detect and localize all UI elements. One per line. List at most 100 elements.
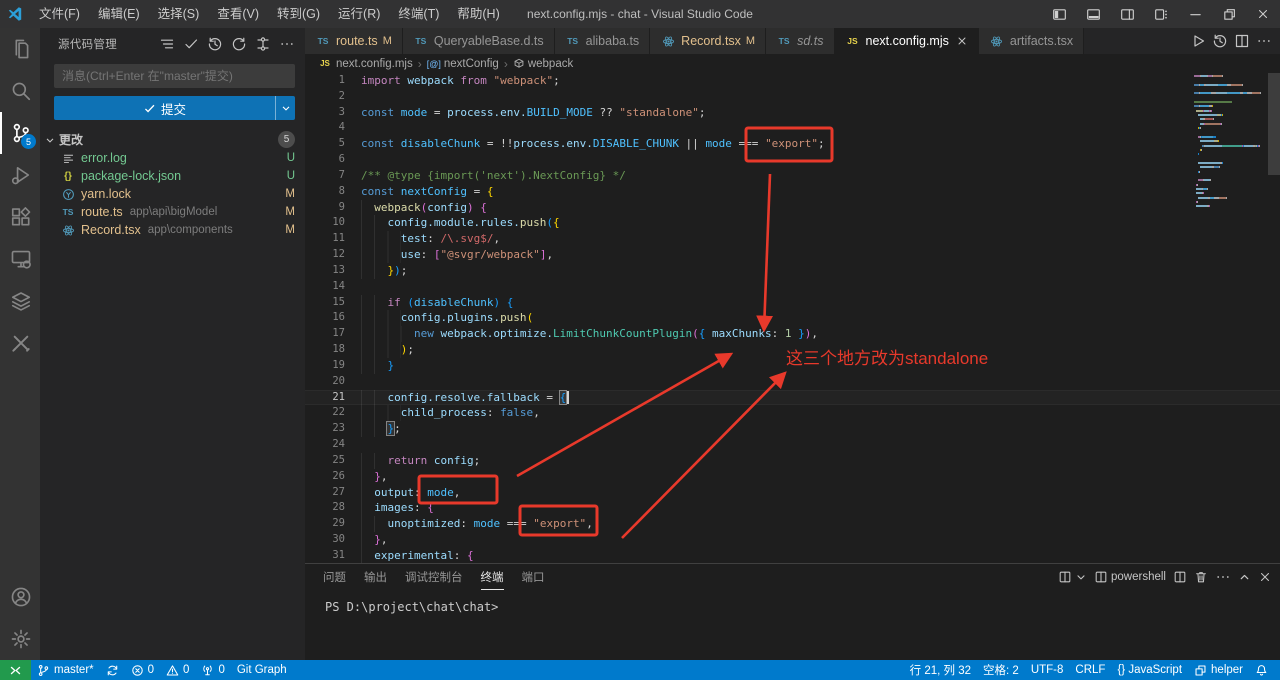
menu-item-7[interactable]: 帮助(H) (448, 0, 508, 28)
tab-QueryableBase.d.ts[interactable]: TSQueryableBase.d.ts (403, 28, 555, 54)
code-line-13[interactable]: 13}); (305, 263, 1280, 279)
code-line-5[interactable]: 5const disableChunk = !!process.env.DISA… (305, 136, 1280, 152)
file-row-route.ts[interactable]: TSroute.tsapp\api\bigModelM (40, 203, 305, 221)
activity-item-explorer[interactable] (0, 28, 40, 70)
code-line-28[interactable]: 28images: { (305, 500, 1280, 516)
status-language[interactable]: {} JavaScript (1111, 660, 1188, 680)
file-row-Record.tsx[interactable]: Record.tsxapp\componentsM (40, 221, 305, 239)
code-line-9[interactable]: 9webpack(config) { (305, 200, 1280, 216)
status-ports[interactable]: 0 (195, 660, 230, 680)
code-line-10[interactable]: 10config.module.rules.push({ (305, 215, 1280, 231)
code-line-8[interactable]: 8const nextConfig = { (305, 184, 1280, 200)
status-notifications[interactable] (1249, 660, 1274, 680)
layout-sidebar-right-button[interactable] (1110, 0, 1144, 28)
breadcrumb-item-nextConfig[interactable]: [@]nextConfig (427, 58, 499, 70)
tab-close-icon[interactable] (956, 35, 968, 47)
menu-item-2[interactable]: 选择(S) (149, 0, 209, 28)
more-actions-button[interactable] (1215, 569, 1231, 585)
status-sync[interactable] (100, 660, 125, 680)
layout-customize-button[interactable] (1144, 0, 1178, 28)
status-indentation[interactable]: 空格: 2 (977, 660, 1025, 680)
close-panel-button[interactable] (1258, 570, 1272, 584)
status-helper[interactable]: helper (1188, 660, 1249, 680)
commit-dropdown-button[interactable] (275, 96, 295, 120)
status-remote-indicator[interactable] (0, 660, 31, 680)
launch-profile-button[interactable] (1058, 570, 1087, 584)
code-line-26[interactable]: 26}, (305, 469, 1280, 485)
code-line-25[interactable]: 25return config; (305, 453, 1280, 469)
panel-tab-终端[interactable]: 终端 (481, 564, 504, 590)
split-terminal-button[interactable] (1173, 570, 1187, 584)
code-editor[interactable]: 1import webpack from "webpack";23const m… (305, 73, 1280, 563)
panel-tab-调试控制台[interactable]: 调试控制台 (405, 564, 463, 590)
tab-sd.ts[interactable]: TSsd.ts (766, 28, 834, 54)
code-line-18[interactable]: 18); (305, 342, 1280, 358)
code-line-11[interactable]: 11test: /\.svg$/, (305, 231, 1280, 247)
code-line-6[interactable]: 6 (305, 152, 1280, 168)
status-encoding[interactable]: UTF-8 (1025, 660, 1070, 680)
code-line-30[interactable]: 30}, (305, 532, 1280, 548)
more-button[interactable] (277, 34, 297, 54)
breadcrumb-item-next.config.mjs[interactable]: JSnext.config.mjs (317, 56, 413, 72)
commit-graph-button[interactable] (253, 34, 273, 54)
status-cursor-position[interactable]: 行 21, 列 32 (904, 660, 977, 680)
layout-sidebar-left-button[interactable] (1042, 0, 1076, 28)
minimize-button[interactable] (1178, 0, 1212, 28)
layout-panel-button[interactable] (1076, 0, 1110, 28)
status-errors[interactable]: 0 (125, 660, 160, 680)
code-line-21[interactable]: 21config.resolve.fallback = { (305, 390, 1280, 406)
panel-tab-问题[interactable]: 问题 (323, 564, 346, 590)
shell-picker-button[interactable]: powershell (1094, 570, 1166, 584)
code-line-29[interactable]: 29unoptimized: mode === "export", (305, 516, 1280, 532)
play-button[interactable] (1190, 33, 1206, 49)
code-line-2[interactable]: 2 (305, 89, 1280, 105)
activity-item-layers[interactable] (0, 280, 40, 322)
code-line-14[interactable]: 14 (305, 279, 1280, 295)
code-line-31[interactable]: 31experimental: { (305, 548, 1280, 563)
close-button[interactable] (1246, 0, 1280, 28)
code-line-22[interactable]: 22child_process: false, (305, 405, 1280, 421)
code-line-27[interactable]: 27output: mode, (305, 485, 1280, 501)
tab-artifacts.tsx[interactable]: artifacts.tsx (979, 28, 1084, 54)
status-git-graph[interactable]: Git Graph (231, 660, 293, 680)
status-git-branch[interactable]: master* (31, 660, 100, 680)
menu-item-4[interactable]: 转到(G) (268, 0, 329, 28)
history-button[interactable] (1212, 33, 1228, 49)
activity-item-search[interactable] (0, 70, 40, 112)
code-line-24[interactable]: 24 (305, 437, 1280, 453)
code-line-1[interactable]: 1import webpack from "webpack"; (305, 73, 1280, 89)
menu-item-6[interactable]: 终端(T) (389, 0, 448, 28)
activity-item-remote-explorer[interactable] (0, 238, 40, 280)
breadcrumb-item-webpack[interactable]: webpack (513, 58, 573, 70)
tab-alibaba.ts[interactable]: TSalibaba.ts (555, 28, 651, 54)
code-line-19[interactable]: 19} (305, 358, 1280, 374)
activity-item-run-debug[interactable] (0, 154, 40, 196)
code-line-23[interactable]: 23}; (305, 421, 1280, 437)
view-as-list-button[interactable] (157, 34, 177, 54)
history-button[interactable] (205, 34, 225, 54)
file-row-error.log[interactable]: error.logU (40, 149, 305, 167)
menu-item-0[interactable]: 文件(F) (30, 0, 89, 28)
activity-item-account[interactable] (0, 576, 40, 618)
activity-item-source-control[interactable]: 5 (0, 112, 40, 154)
file-row-yarn.lock[interactable]: yarn.lockM (40, 185, 305, 203)
menu-item-5[interactable]: 运行(R) (329, 0, 389, 28)
panel-tab-输出[interactable]: 输出 (364, 564, 387, 590)
activity-item-extensions[interactable] (0, 196, 40, 238)
code-line-12[interactable]: 12use: ["@svgr/webpack"], (305, 247, 1280, 263)
menu-item-3[interactable]: 查看(V) (208, 0, 268, 28)
file-row-package-lock.json[interactable]: {}package-lock.jsonU (40, 167, 305, 185)
code-line-4[interactable]: 4 (305, 120, 1280, 136)
refresh-button[interactable] (229, 34, 249, 54)
restore-button[interactable] (1212, 0, 1246, 28)
code-line-15[interactable]: 15if (disableChunk) { (305, 295, 1280, 311)
activity-item-tools[interactable] (0, 322, 40, 364)
changes-section-header[interactable]: 更改 5 (40, 130, 305, 149)
tab-route.ts[interactable]: TSroute.tsM (305, 28, 403, 54)
code-line-16[interactable]: 16config.plugins.push( (305, 310, 1280, 326)
code-line-7[interactable]: 7/** @type {import('next').NextConfig} *… (305, 168, 1280, 184)
terminal-content[interactable]: PS D:\project\chat\chat> (305, 590, 1280, 614)
kill-terminal-button[interactable] (1194, 570, 1208, 584)
tab-Record.tsx[interactable]: Record.tsxM (650, 28, 766, 54)
more-button[interactable] (1256, 33, 1272, 49)
